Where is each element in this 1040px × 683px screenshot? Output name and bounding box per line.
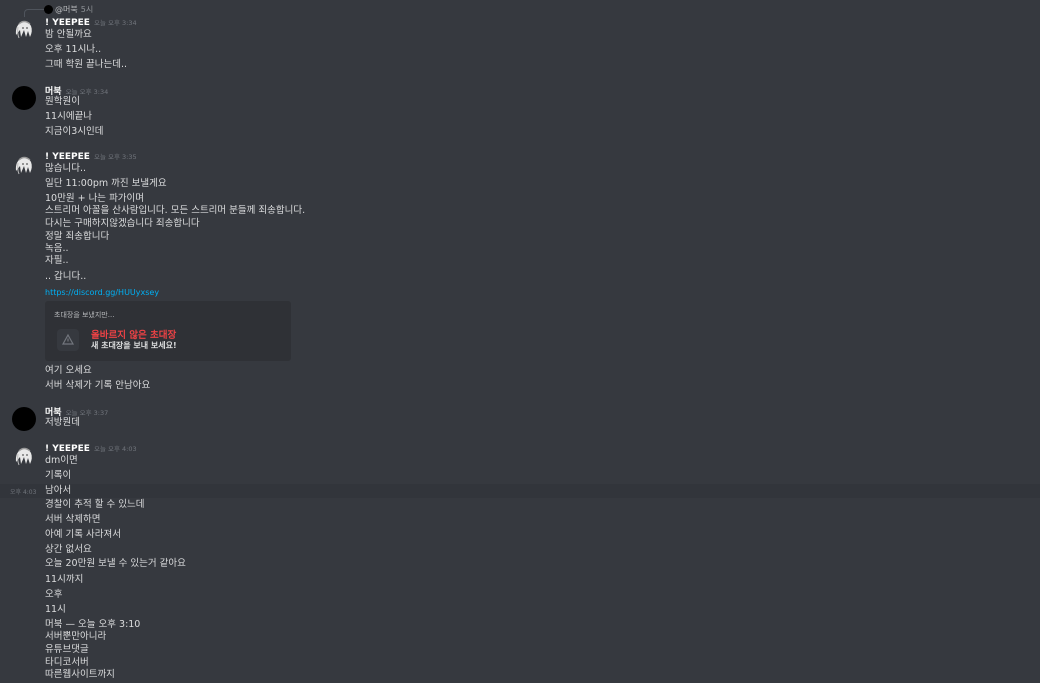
message-line: 스트리머 아꼴을 산사람입니다. 모든 스트리머 분들께 죄송합니다.: [45, 205, 306, 216]
timestamp: 오늘 오후 3:37: [65, 409, 109, 417]
anime-avatar-icon: [15, 447, 32, 466]
username[interactable]: ! YEEPEE: [45, 152, 90, 162]
message-line: dm이면: [45, 455, 78, 466]
message-header: ! YEEPEE 오늘 오후 3:34: [45, 17, 137, 29]
message-line: 남아서: [45, 485, 72, 496]
message-line: 오후 11시나..: [45, 44, 102, 55]
avatar-meobuk[interactable]: [12, 86, 36, 110]
message-line: 아예 기록 사라져서: [45, 529, 121, 540]
message-line: 그때 학원 끝나는데..: [45, 59, 127, 70]
message-header: 머북 오늘 오후 3:34: [45, 84, 109, 97]
message-line: 경찰이 추적 할 수 있느데: [45, 499, 145, 510]
message-line: 서버 삭제하면: [45, 514, 101, 525]
message-line: 11시: [45, 604, 66, 615]
invite-title: 올바르지 않은 초대장: [91, 330, 177, 341]
message-line: 정말 죄송합니다: [45, 231, 110, 242]
message-line: 오늘 20만원 보낼 수 있는거 같아요: [45, 558, 186, 569]
avatar-yeepee[interactable]: [12, 444, 36, 468]
message-line: 오후: [45, 589, 63, 600]
invite-embed: 초대장을 보냈지만... 올바르지 않은 초대장 새 초대장을 보내 보세요!: [45, 301, 291, 361]
message-line: 상간 없서요: [45, 544, 92, 555]
anime-avatar-icon: [15, 156, 32, 175]
message-line: 밤 안될까요: [45, 29, 92, 40]
timestamp: 오늘 오후 3:34: [65, 88, 109, 96]
message-line: 저방뭔데: [45, 417, 80, 428]
reply-avatar: [44, 4, 53, 14]
invalid-invite-icon: [57, 329, 79, 351]
message-feed: @머북 5시 ! YEEPEE 오늘 오후 3:34 밤 안될까요 오후 11시…: [0, 0, 1040, 683]
anime-avatar-icon: [15, 20, 32, 39]
hover-timestamp: 오후 4:03: [10, 489, 37, 496]
message-line: 다시는 구매하지않겠습니다 죄송합니다: [45, 218, 200, 229]
message-line: 11시까지: [45, 574, 84, 585]
avatar-yeepee[interactable]: [12, 17, 36, 41]
warning-icon: [61, 333, 75, 345]
message-line: 유튜브댓글: [45, 644, 89, 655]
message-header: 머북 오늘 오후 3:37: [45, 405, 109, 418]
message-line: .. 갑니다..: [45, 271, 87, 282]
message-line: 자필..: [45, 255, 69, 266]
invite-subtitle: 새 초대장을 보내 보세요!: [91, 341, 177, 350]
message-line: 11시에끝나: [45, 111, 93, 122]
avatar-yeepee[interactable]: [12, 153, 36, 177]
hovered-message-row[interactable]: [0, 484, 1040, 498]
message-line: 따른웹사이트까지: [45, 669, 115, 680]
message-line: 기록이: [45, 470, 72, 481]
message-header: ! YEEPEE 오늘 오후 3:35: [45, 151, 137, 163]
timestamp: 오늘 오후 4:03: [93, 445, 137, 453]
message-line: 뭔학원이: [45, 96, 80, 107]
message-line: 서버뿐만아니라: [45, 631, 107, 642]
message-line: 여기 오세요: [45, 365, 92, 376]
reply-username[interactable]: @머북: [55, 4, 78, 15]
message-line: 서버 삭제가 기록 안남아요: [45, 380, 151, 391]
message-line: 일단 11:00pm 까진 보낼게요: [45, 178, 167, 189]
message-line: 많습니다..: [45, 163, 86, 174]
message-header: ! YEEPEE 오늘 오후 4:03: [45, 443, 137, 455]
message-line: 10만원 + 나는 파가이며: [45, 193, 145, 204]
reply-time: 5시: [80, 4, 94, 14]
avatar-meobuk[interactable]: [12, 407, 36, 431]
username[interactable]: ! YEEPEE: [45, 444, 90, 454]
message-line: 머북 — 오늘 오후 3:10: [45, 619, 141, 630]
invite-header: 초대장을 보냈지만...: [54, 311, 115, 319]
timestamp: 오늘 오후 3:34: [93, 19, 137, 27]
message-line: 타디코서버: [45, 657, 89, 668]
message-line: 녹음..: [45, 243, 69, 254]
reply-reference[interactable]: @머북 5시: [24, 4, 93, 14]
invite-link[interactable]: https://discord.gg/HUUyxsey: [45, 287, 159, 299]
message-line: 지금이3시인데: [45, 126, 104, 137]
username[interactable]: ! YEEPEE: [45, 18, 90, 28]
timestamp: 오늘 오후 3:35: [93, 153, 137, 161]
